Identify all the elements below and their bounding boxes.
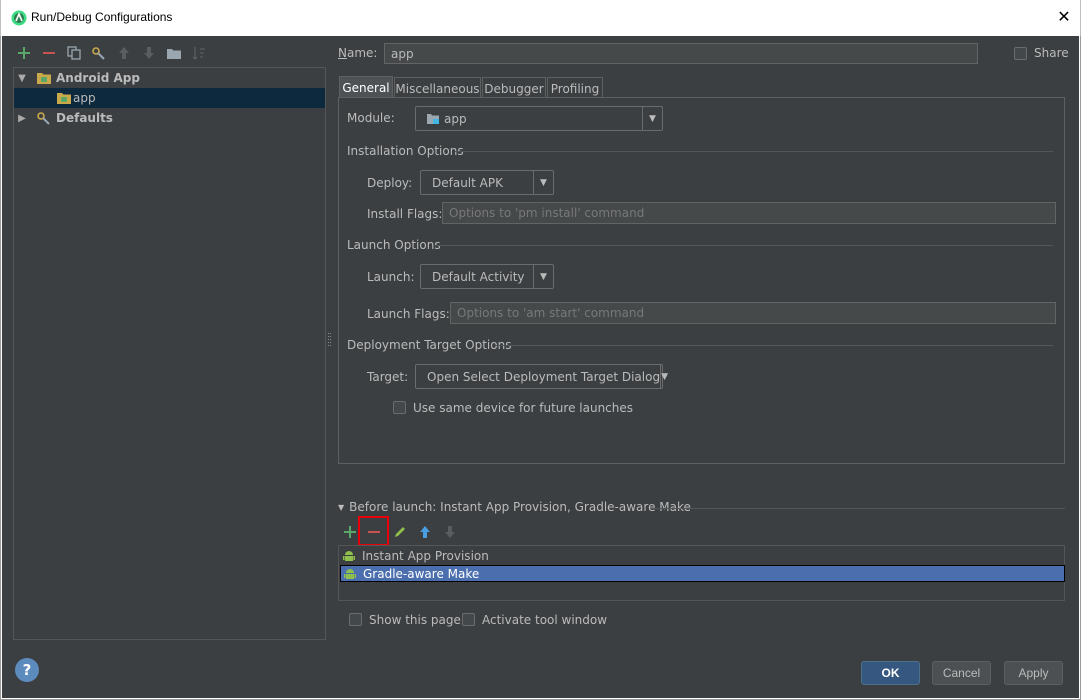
tree-item-label: app <box>73 91 96 105</box>
tab-profiling[interactable]: Profiling <box>547 77 603 99</box>
install-flags-input[interactable]: Options to 'pm install' command <box>442 202 1056 224</box>
installation-options-title: Installation Options <box>347 144 464 158</box>
configurations-tree: ▼ Android App app ▶ Defaults <box>13 67 326 640</box>
deploy-label: Deploy: <box>367 176 413 190</box>
remove-highlight-annotation <box>358 516 389 546</box>
dropdown-arrow-icon: ▼ <box>533 171 553 194</box>
launch-label: Launch: <box>367 270 415 284</box>
help-icon[interactable]: ? <box>15 658 39 682</box>
dropdown-arrow-icon: ▼ <box>533 265 553 288</box>
target-combo[interactable]: Open Select Deployment Target Dialog ▼ <box>415 364 668 389</box>
deploy-value: Default APK <box>432 175 503 190</box>
module-label: Module: <box>347 111 395 125</box>
launch-flags-input[interactable]: Options to 'am start' command <box>450 302 1056 324</box>
show-page-checkbox[interactable] <box>349 613 362 626</box>
install-flags-label: Install Flags: <box>367 207 443 221</box>
ok-button[interactable]: OK <box>861 661 920 685</box>
list-item-label: Instant App Provision <box>362 548 489 563</box>
move-up-icon[interactable] <box>115 44 133 62</box>
share-label: Share <box>1034 46 1069 60</box>
sort-icon[interactable] <box>190 44 208 62</box>
name-input[interactable]: app <box>384 43 978 64</box>
list-item-label: Gradle-aware Make <box>363 566 480 581</box>
launch-combo[interactable]: Default Activity ▼ <box>420 264 554 289</box>
collapsed-triangle-icon[interactable]: ▶ <box>17 113 27 124</box>
launch-flags-label: Launch Flags: <box>367 307 450 321</box>
before-launch-move-down-icon[interactable] <box>441 523 459 541</box>
expanded-triangle-icon[interactable]: ▼ <box>17 73 27 84</box>
move-down-icon[interactable] <box>140 44 158 62</box>
separator <box>455 151 1053 152</box>
close-button[interactable]: ✕ <box>1053 6 1075 28</box>
module-combo[interactable]: app ▼ <box>415 106 663 131</box>
list-item[interactable]: Instant App Provision <box>340 547 1065 564</box>
show-page-label: Show this page <box>369 613 461 627</box>
separator <box>435 245 1053 246</box>
dropdown-arrow-icon: ▼ <box>642 107 662 130</box>
tree-item-app[interactable]: app <box>14 88 325 108</box>
module-folder-icon <box>427 113 439 124</box>
dropdown-arrow-icon: ▼ <box>660 365 668 388</box>
android-studio-icon <box>11 10 27 26</box>
deploy-combo[interactable]: Default APK ▼ <box>420 170 554 195</box>
before-launch-header[interactable]: ▼ Before launch: Instant App Provision, … <box>338 500 691 514</box>
separator <box>495 345 1053 346</box>
tree-item-label: Defaults <box>56 111 113 125</box>
share-checkbox[interactable] <box>1014 47 1027 60</box>
same-device-checkbox[interactable] <box>393 401 406 414</box>
before-launch-move-up-icon[interactable] <box>416 523 434 541</box>
activate-tool-window-label: Activate tool window <box>482 613 608 627</box>
android-icon <box>344 568 356 579</box>
edit-defaults-icon[interactable] <box>90 44 108 62</box>
before-launch-add-icon[interactable] <box>341 523 359 541</box>
before-launch-title: Before launch: Instant App Provision, Gr… <box>349 500 691 514</box>
module-value: app <box>444 111 467 126</box>
remove-icon[interactable] <box>40 44 58 62</box>
android-icon <box>343 550 355 561</box>
folder-icon[interactable] <box>165 44 183 62</box>
activate-tool-window-checkbox[interactable] <box>462 613 475 626</box>
apply-button[interactable]: Apply <box>1004 661 1063 685</box>
android-app-folder-icon <box>37 73 51 84</box>
tree-item-label: Android App <box>56 71 140 85</box>
add-icon[interactable] <box>15 44 33 62</box>
before-launch-list: Instant App Provision Gradle-aware Make <box>338 545 1065 601</box>
deployment-target-title: Deployment Target Options <box>347 338 512 352</box>
tree-item-defaults[interactable]: ▶ Defaults <box>14 108 325 128</box>
before-launch-edit-icon[interactable] <box>391 523 409 541</box>
close-icon: ✕ <box>1057 9 1071 26</box>
tab-debugger[interactable]: Debugger <box>482 77 546 99</box>
defaults-wrench-icon <box>37 112 50 125</box>
tab-miscellaneous[interactable]: Miscellaneous <box>394 77 481 99</box>
target-value: Open Select Deployment Target Dialog <box>427 369 661 384</box>
name-label: Name: <box>338 46 378 60</box>
separator <box>650 508 1065 509</box>
tree-toolbar <box>15 44 208 62</box>
cancel-button[interactable]: Cancel <box>932 661 991 685</box>
launch-value: Default Activity <box>432 269 525 284</box>
title-bar: Run/Debug Configurations ✕ <box>0 0 1081 36</box>
copy-icon[interactable] <box>65 44 83 62</box>
splitter-handle[interactable] <box>328 333 332 349</box>
target-label: Target: <box>367 370 409 384</box>
launch-options-title: Launch Options <box>347 238 441 252</box>
tab-general[interactable]: General <box>339 76 393 98</box>
same-device-label: Use same device for future launches <box>413 401 634 415</box>
collapse-triangle-icon: ▼ <box>338 502 345 512</box>
tree-item-android-app[interactable]: ▼ Android App <box>14 68 325 88</box>
android-app-config-icon <box>57 93 71 104</box>
list-item[interactable]: Gradle-aware Make <box>340 565 1065 582</box>
window-title: Run/Debug Configurations <box>31 10 173 24</box>
